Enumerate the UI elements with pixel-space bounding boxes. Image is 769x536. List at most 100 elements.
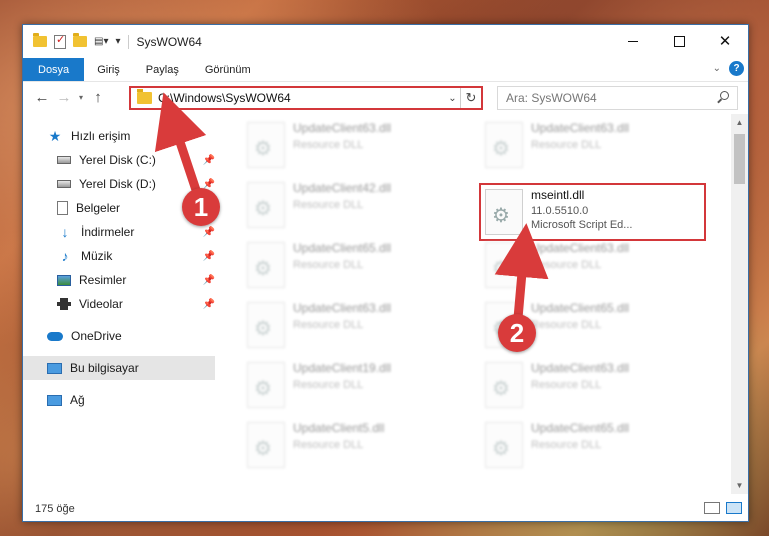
list-item[interactable]: UpdateClient5.dll Resource DLL [243, 418, 468, 472]
back-arrow-icon[interactable]: ← [31, 89, 53, 106]
refresh-icon[interactable]: ↻ [461, 90, 481, 106]
dll-file-icon [485, 242, 523, 288]
address-field[interactable]: C:\Windows\SysWOW64 ⌄ ↻ [129, 86, 483, 110]
file-name: UpdateClient19.dll [293, 361, 392, 375]
up-arrow-icon[interactable]: ↑ [87, 89, 109, 106]
nav-label: Resimler [79, 273, 127, 287]
nav-label: Bu bilgisayar [70, 361, 139, 375]
nav-label: Videolar [79, 297, 123, 311]
file-description: Resource DLL [531, 379, 602, 391]
dll-file-icon [247, 362, 285, 408]
folder-icon [137, 89, 152, 104]
onedrive-cloud-icon [47, 331, 63, 341]
help-icon[interactable]: ? [729, 61, 744, 76]
toolbar-divider [127, 34, 129, 49]
file-description: Resource DLL [531, 439, 602, 451]
forward-arrow-icon[interactable]: → [53, 89, 75, 106]
file-description: Resource DLL [531, 319, 602, 331]
search-input[interactable]: Ara: SysWOW64 [497, 86, 738, 110]
file-name: UpdateClient42.dll [293, 181, 392, 195]
highlighted-file-mseintl[interactable]: mseintl.dll 11.0.5510.0 Microsoft Script… [479, 183, 706, 241]
download-icon: ↓ [61, 224, 69, 240]
list-item[interactable]: UpdateClient63.dll Resource DLL [243, 298, 468, 352]
quick-access-toolbar: ▤▾ ▾ [23, 33, 129, 49]
toolbar-dropdown-icon[interactable]: ▾ [115, 36, 120, 47]
dll-file-icon [485, 189, 523, 235]
tab-home[interactable]: Giriş [84, 58, 133, 81]
search-icon[interactable] [720, 91, 729, 100]
tab-share[interactable]: Paylaş [133, 58, 192, 81]
list-item[interactable]: UpdateClient63.dll Resource DLL [481, 358, 706, 412]
ribbon-right: ⌄ ? [713, 61, 744, 76]
scrollbar-thumb[interactable] [734, 134, 745, 184]
item-count: 175 öğe [35, 503, 75, 515]
file-explorer-window: ▤▾ ▾ SysWOW64 ✕ Dosya Giriş Paylaş Görün… [22, 24, 749, 522]
dll-file-icon [485, 422, 523, 468]
list-item[interactable]: UpdateClient65.dll Resource DLL [481, 418, 706, 472]
nav-onedrive[interactable]: OneDrive [23, 324, 215, 348]
file-name: UpdateClient63.dll [531, 361, 630, 375]
list-item[interactable]: UpdateClient63.dll Resource DLL [481, 238, 706, 292]
list-item[interactable]: UpdateClient65.dll Resource DLL [243, 238, 468, 292]
large-icons-view-icon[interactable] [726, 502, 742, 514]
window-title: SysWOW64 [136, 34, 202, 49]
address-bar-row: ← → ▾ ↑ C:\Windows\SysWOW64 ⌄ ↻ Ara: Sys… [23, 81, 748, 113]
file-name: UpdateClient5.dll [293, 421, 385, 435]
file-description: Microsoft Script Ed... [531, 219, 633, 231]
pin-icon[interactable]: 📌 [203, 251, 215, 262]
file-description: Resource DLL [293, 379, 364, 391]
scroll-down-icon[interactable]: ▼ [731, 477, 748, 494]
recent-locations-icon[interactable]: ▾ [75, 93, 87, 102]
scroll-up-icon[interactable]: ▲ [731, 114, 748, 131]
nav-item-local-disk-d[interactable]: Yerel Disk (D:) 📌 [23, 172, 215, 196]
new-folder-icon[interactable] [73, 33, 87, 47]
computer-icon [47, 362, 62, 374]
list-item[interactable]: UpdateClient63.dll Resource DLL [481, 118, 706, 172]
minimize-button[interactable] [610, 25, 656, 57]
nav-this-pc[interactable]: Bu bilgisayar [23, 356, 215, 380]
nav-item-pictures[interactable]: Resimler 📌 [23, 268, 215, 292]
list-item[interactable]: UpdateClient19.dll Resource DLL [243, 358, 468, 412]
customize-toolbar-icon[interactable]: ▤▾ [94, 36, 108, 47]
file-description: Resource DLL [531, 259, 602, 271]
maximize-button[interactable] [656, 25, 702, 57]
view-toggle [704, 502, 742, 514]
address-path[interactable]: C:\Windows\SysWOW64 [158, 91, 445, 105]
step-2-callout: 2 [498, 314, 536, 352]
dll-file-icon [485, 122, 523, 168]
nav-label: İndirmeler [81, 225, 135, 239]
file-name: UpdateClient63.dll [531, 121, 630, 135]
ribbon-tabs: Dosya Giriş Paylaş Görünüm ⌄ ? [23, 58, 748, 81]
nav-item-videos[interactable]: Videolar 📌 [23, 292, 215, 316]
nav-quick-access[interactable]: ★ Hızlı erişim [23, 124, 215, 148]
file-name: UpdateClient65.dll [531, 421, 630, 435]
pin-icon[interactable]: 📌 [203, 299, 215, 310]
vertical-scrollbar[interactable]: ▲ ▼ [731, 114, 748, 494]
list-item[interactable]: UpdateClient42.dll Resource DLL [243, 178, 468, 232]
nav-item-downloads[interactable]: ↓ İndirmeler 📌 [23, 220, 216, 244]
tab-file[interactable]: Dosya [23, 58, 85, 81]
nav-item-music[interactable]: ♪ Müzik 📌 [23, 244, 216, 268]
pin-icon[interactable]: 📌 [203, 155, 215, 166]
nav-label: Müzik [81, 249, 113, 263]
close-button[interactable]: ✕ [702, 25, 748, 57]
file-name: UpdateClient65.dll [293, 241, 392, 255]
tab-view[interactable]: Görünüm [192, 58, 264, 81]
nav-item-local-disk-c[interactable]: Yerel Disk (C:) 📌 [23, 148, 215, 172]
dll-file-icon [247, 182, 285, 228]
expand-ribbon-icon[interactable]: ⌄ [713, 63, 721, 74]
file-description: Resource DLL [293, 319, 364, 331]
pictures-icon [57, 274, 71, 286]
pin-icon[interactable]: 📌 [203, 227, 215, 238]
properties-icon[interactable] [54, 33, 66, 49]
details-view-icon[interactable] [704, 502, 720, 514]
document-icon [57, 201, 68, 215]
file-name: UpdateClient63.dll [531, 241, 630, 255]
address-dropdown-icon[interactable]: ⌄ [445, 88, 461, 108]
list-item[interactable]: UpdateClient63.dll Resource DLL [243, 118, 468, 172]
navigation-pane: ★ Hızlı erişim Yerel Disk (C:) 📌 Yerel D… [23, 114, 215, 494]
nav-label: Hızlı erişim [71, 129, 131, 143]
nav-network[interactable]: Ağ [23, 388, 215, 412]
pin-icon[interactable]: 📌 [203, 275, 215, 286]
nav-label: OneDrive [71, 329, 122, 343]
